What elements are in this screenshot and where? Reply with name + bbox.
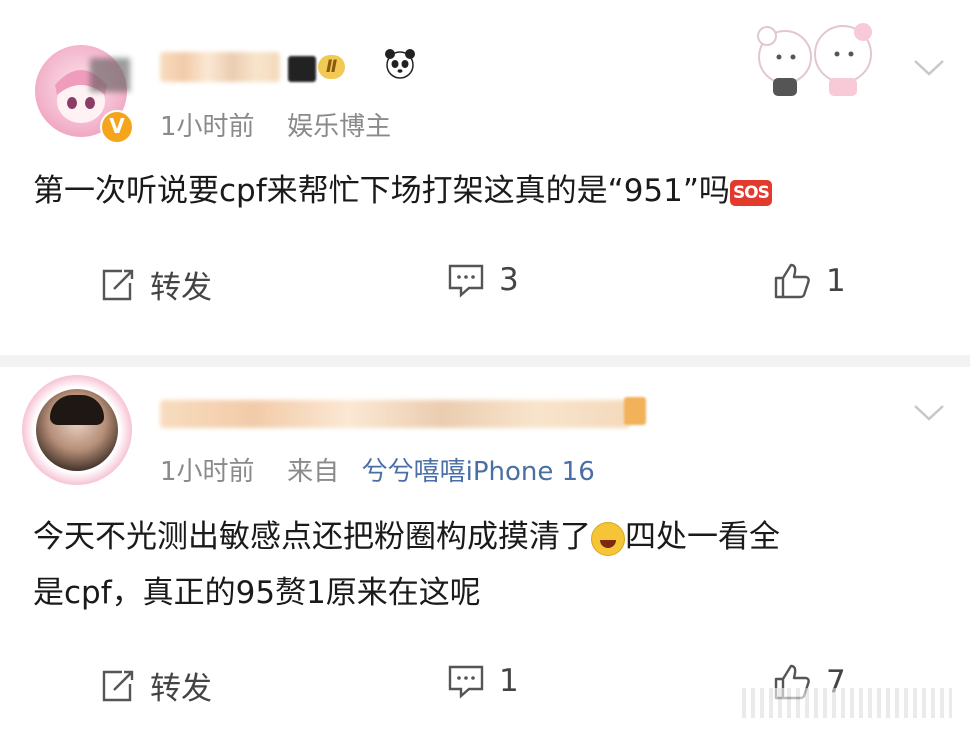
avatar [36, 389, 118, 471]
bear-sticker-icon [757, 23, 872, 96]
comment-text: 第一次听说要cpf来帮忙下场打架这真的是“951”吗 SOS [33, 163, 772, 219]
comment-count: 3 [499, 262, 519, 298]
repost-label: 转发 [150, 671, 212, 707]
blurred-overlay [90, 58, 130, 92]
comment-meta: 1小时前 来自 兮兮嘻嘻iPhone 16 [160, 451, 595, 488]
action-bar: 转发 3 1 [0, 262, 970, 312]
like-button[interactable]: 1 [772, 262, 846, 300]
verified-v-icon: V [100, 110, 134, 144]
timestamp: 1小时前 [160, 457, 255, 487]
repost-icon [102, 269, 134, 300]
comment-text-line: 今天不光测出敏感点还把粉圈构成摸清了 [33, 519, 591, 555]
username-blurred[interactable] [160, 52, 280, 82]
level-badge: Ⅱ [318, 55, 346, 79]
panda-icon [385, 49, 415, 79]
comment-card-2: 1小时前 来自 兮兮嘻嘻iPhone 16 今天不光测出敏感点还把粉圈构成摸清了… [0, 355, 970, 730]
comment-button[interactable]: 3 [447, 262, 519, 298]
repost-icon [102, 670, 134, 701]
comment-text-line: 四处一看全 [625, 519, 780, 555]
username-blurred[interactable] [160, 400, 630, 428]
sos-emoji-icon: SOS [729, 179, 772, 206]
comment-count: 1 [499, 663, 519, 699]
blurred-overlay [624, 397, 646, 425]
comment-meta: 1小时前 娱乐博主 [160, 106, 391, 143]
comment-text: 今天不光测出敏感点还把粉圈构成摸清了 四处一看全 是cpf，真正的95赘1原来在这… [33, 509, 953, 621]
comment-button[interactable]: 1 [447, 663, 519, 699]
avatar-frame[interactable] [22, 375, 132, 485]
like-count: 1 [826, 263, 846, 299]
repost-label: 转发 [150, 270, 212, 306]
user-tag: 娱乐博主 [287, 112, 392, 142]
device-source-link[interactable]: 兮兮嘻嘻iPhone 16 [362, 457, 595, 487]
repost-button[interactable]: 转发 [100, 663, 212, 708]
chevron-down-icon[interactable] [912, 58, 946, 78]
source-label: 来自 [287, 457, 340, 487]
repost-button[interactable]: 转发 [100, 262, 212, 307]
comment-icon [448, 665, 484, 699]
comment-card-1: V Ⅱ 1小时前 娱乐博主 第一次听说要cpf来帮忙下场打架这真的是“951”吗… [0, 0, 970, 355]
laughing-emoji-icon [591, 521, 625, 556]
watermark [742, 688, 952, 718]
like-icon [774, 263, 810, 299]
timestamp: 1小时前 [160, 112, 255, 142]
comment-text-body: 第一次听说要cpf来帮忙下场打架这真的是“951”吗 [33, 173, 730, 209]
comment-icon [448, 264, 484, 298]
comment-text-line: 是cpf，真正的95赘1原来在这呢 [33, 575, 481, 611]
blurred-overlay [288, 56, 316, 82]
chevron-down-icon[interactable] [912, 403, 946, 423]
